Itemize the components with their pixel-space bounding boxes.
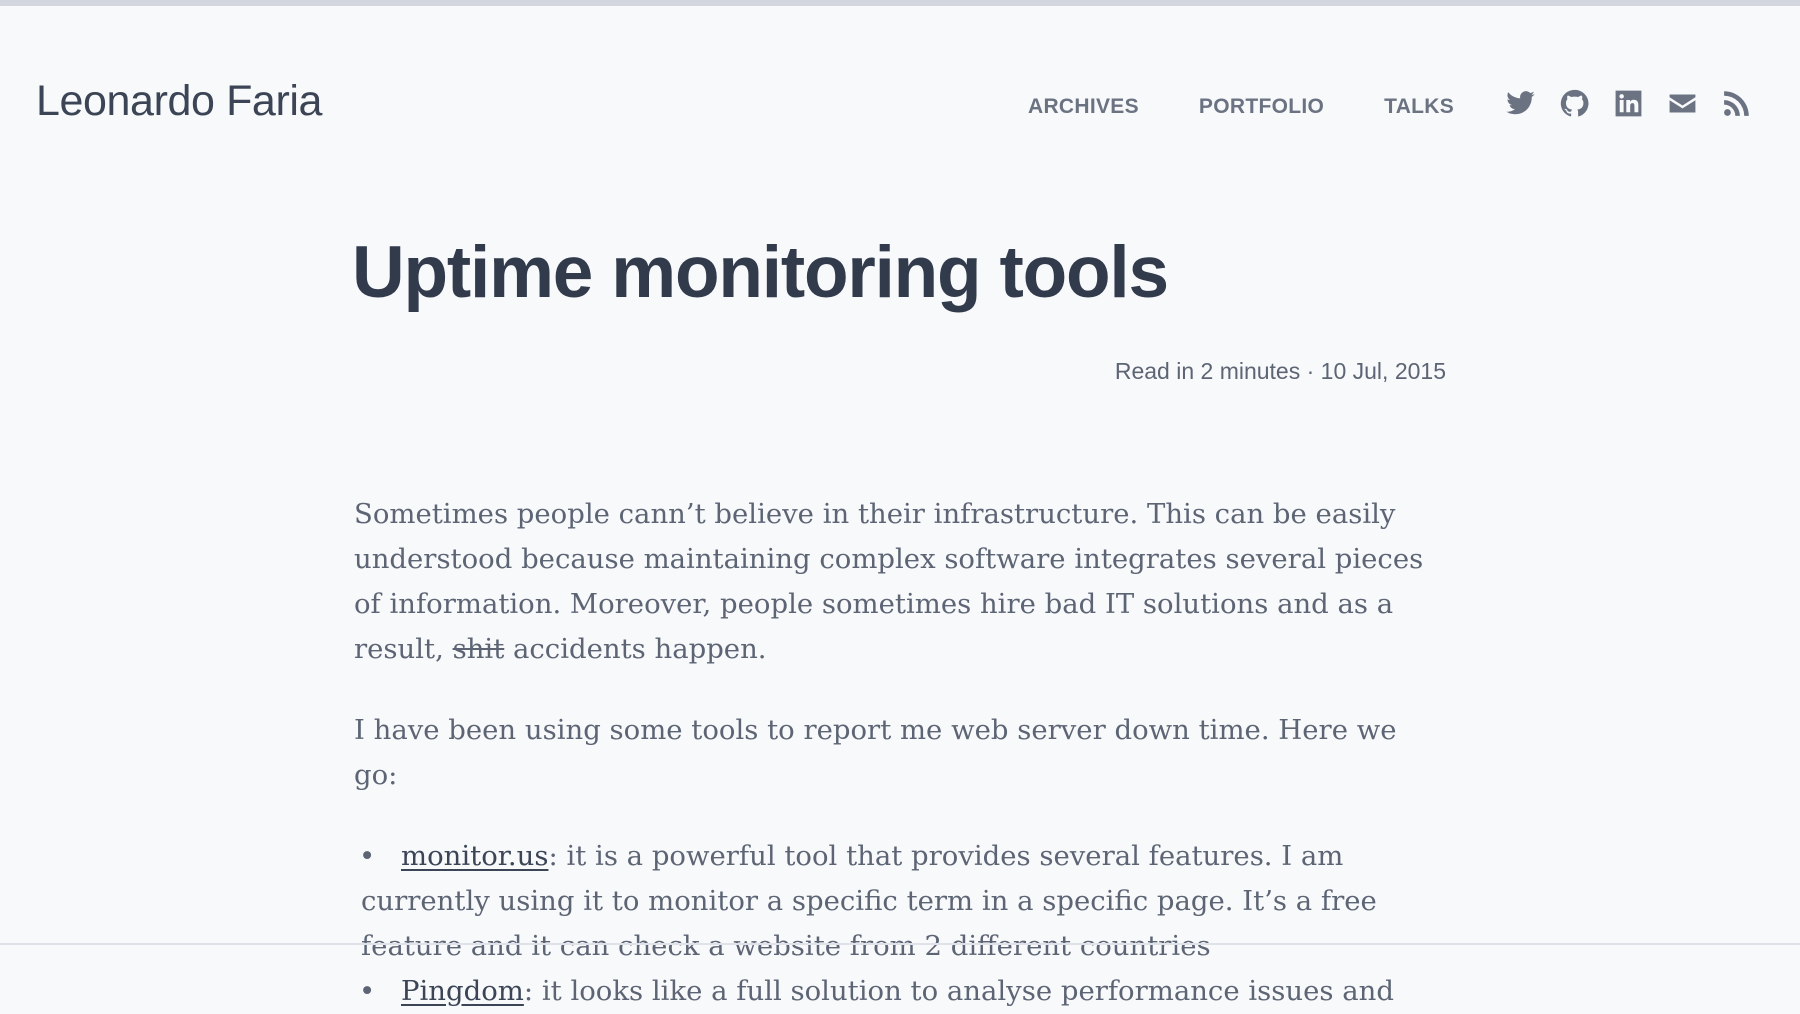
paragraph: I have been using some tools to report m… — [354, 714, 1397, 791]
site-title-link[interactable]: Leonardo Faria — [36, 80, 322, 123]
post-title: Uptime monitoring tools — [352, 232, 1169, 313]
link-monitor-us[interactable]: monitor.us — [401, 840, 548, 872]
post-meta: Read in 2 minutes · 10 Jul, 2015 — [1114, 358, 1446, 384]
tool-list: • monitor.us: it is a powerful tool that … — [354, 834, 1429, 1014]
main-nav: ARCHIVES PORTFOLIO TALKS — [1028, 96, 1454, 117]
bullet: • — [359, 840, 376, 872]
nav-portfolio[interactable]: PORTFOLIO — [1199, 96, 1324, 117]
rss-icon[interactable] — [1721, 88, 1752, 119]
list-item: • monitor.us: it is a powerful tool that … — [354, 834, 1429, 969]
link-pingdom[interactable]: Pingdom — [401, 975, 524, 1007]
list-item-text: : it looks like a full solution to analy… — [523, 975, 1394, 1007]
site-header: Leonardo Faria ARCHIVES PORTFOLIO TALKS — [0, 0, 1800, 190]
twitter-icon[interactable] — [1505, 88, 1536, 119]
linkedin-icon[interactable] — [1613, 88, 1644, 119]
social-links — [1505, 88, 1752, 119]
paragraph: Sometimes people cann’t believe in their… — [354, 492, 1429, 672]
nav-archives[interactable]: ARCHIVES — [1028, 96, 1139, 117]
post-body: Sometimes people cann’t believe in their… — [354, 492, 1429, 1014]
list-item: • Pingdom: it looks like a full solution … — [354, 969, 1429, 1014]
email-icon[interactable] — [1667, 88, 1698, 119]
bullet: • — [359, 975, 376, 1007]
paragraph-text: accidents happen. — [504, 633, 767, 665]
nav-talks[interactable]: TALKS — [1384, 96, 1454, 117]
github-icon[interactable] — [1559, 88, 1590, 119]
strikethrough-text: shit — [452, 633, 505, 665]
